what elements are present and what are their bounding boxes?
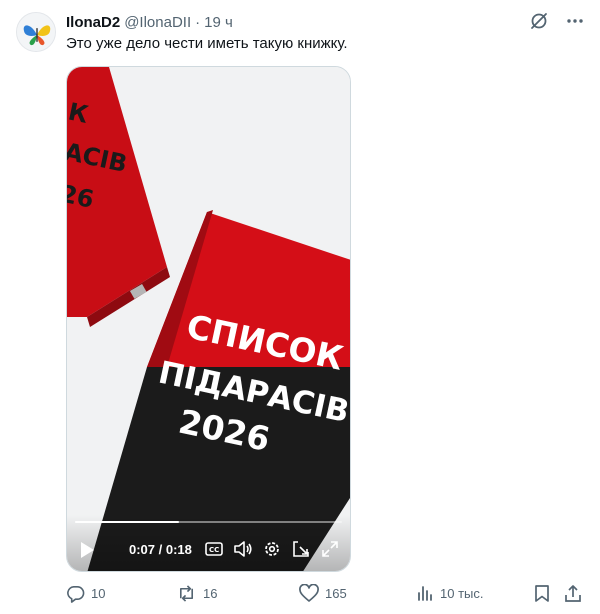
- repost-button[interactable]: 16: [176, 584, 217, 603]
- tweet-actions: 10 16 165 10 тыс.: [66, 584, 586, 606]
- current-time: 0:07: [129, 542, 156, 557]
- more-icon[interactable]: [564, 10, 586, 32]
- reply-icon: [67, 586, 85, 603]
- author-handle[interactable]: @IlonaDII: [124, 14, 191, 31]
- top-actions: [528, 10, 586, 32]
- like-count: 165: [325, 586, 347, 601]
- bookmark-button[interactable]: [534, 584, 550, 603]
- like-button[interactable]: 165: [299, 584, 347, 603]
- author-name[interactable]: IlonaD2: [66, 14, 120, 31]
- tweet[interactable]: IlonaD2 @IlonaDII · 19 ч Это уже дело че…: [0, 0, 600, 614]
- bookmark-icon: [535, 585, 549, 602]
- video-frame: К АСІВ 26 СПИСОК ПІДАРАСІВ 2026: [67, 67, 350, 571]
- time-separator: /: [155, 542, 166, 557]
- volume-icon[interactable]: [233, 539, 253, 559]
- progress-fill: [75, 521, 180, 523]
- video-player[interactable]: К АСІВ 26 СПИСОК ПІДАРАСІВ 2026 0:07 / 0…: [66, 66, 351, 572]
- video-control-icons: CC: [204, 539, 340, 559]
- total-time: 0:18: [165, 542, 192, 557]
- avatar[interactable]: [16, 12, 56, 52]
- video-controls: 0:07 / 0:18 CC: [67, 515, 350, 571]
- progress-bar[interactable]: [75, 521, 342, 523]
- repost-count: 16: [203, 586, 218, 601]
- share-icon: [565, 585, 581, 602]
- views-icon: [418, 586, 432, 601]
- play-icon[interactable]: [79, 541, 95, 564]
- captions-icon[interactable]: CC: [204, 539, 224, 559]
- tweet-timestamp[interactable]: 19 ч: [204, 14, 233, 31]
- svg-text:CC: CC: [209, 546, 219, 554]
- views-count: 10 тыс.: [440, 585, 484, 601]
- fullscreen-icon[interactable]: [320, 539, 340, 559]
- timecode: 0:07 / 0:18: [129, 542, 192, 557]
- control-row: 0:07 / 0:18 CC: [67, 539, 350, 561]
- like-icon: [299, 584, 319, 602]
- separator-dot: ·: [195, 13, 201, 31]
- tweet-header: IlonaD2 @IlonaDII · 19 ч: [66, 12, 233, 32]
- share-button[interactable]: [564, 584, 582, 603]
- grok-icon[interactable]: [528, 10, 550, 32]
- repost-icon: [179, 585, 194, 602]
- reply-button[interactable]: 10: [66, 584, 105, 603]
- tweet-text: Это уже дело чести иметь такую книжку.: [66, 35, 348, 52]
- settings-icon[interactable]: [262, 539, 282, 559]
- reply-count: 10: [91, 586, 106, 601]
- pip-icon[interactable]: [291, 539, 311, 559]
- views-button[interactable]: 10 тыс.: [416, 584, 483, 602]
- butterfly-icon: [17, 13, 55, 51]
